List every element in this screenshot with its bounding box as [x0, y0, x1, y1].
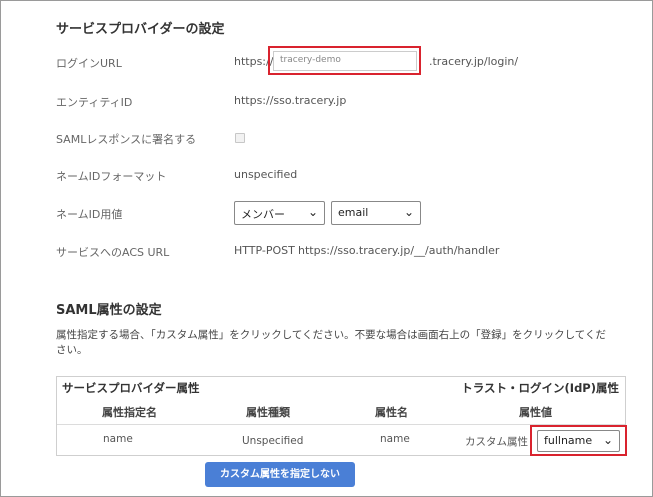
login-url-label: ログインURL [56, 57, 122, 70]
nameid-field-select-value: email [338, 206, 369, 219]
nameid-format-label: ネームIDフォーマット [56, 170, 167, 183]
row-attr-name: name [380, 433, 410, 445]
chevron-down-icon: ⌄ [307, 205, 318, 219]
nameid-source-select[interactable]: メンバー ⌄ [234, 201, 325, 225]
row-attr-value-kind: カスタム属性 [465, 436, 528, 448]
acs-url-value: https://sso.tracery.jp/__/auth/handler [298, 244, 500, 257]
col-header-attr-type: 属性種類 [246, 406, 290, 419]
nameid-format-value: unspecified [234, 168, 298, 181]
entity-id-value: https://sso.tracery.jp [234, 94, 347, 107]
description-line-1: 属性指定する場合、「カスタム属性」をクリックしてください。不要な場合は画面右上の… [56, 329, 606, 341]
login-url-highlight [268, 46, 421, 75]
chevron-down-icon: ⌄ [403, 205, 414, 219]
no-custom-attr-button[interactable]: カスタム属性を指定しない [205, 462, 355, 487]
row-attr-type: Unspecified [242, 435, 304, 447]
saml-sign-label: SAMLレスポンスに署名する [56, 133, 197, 146]
col-header-attr-name: 属性名 [375, 406, 408, 419]
nameid-value-label: ネームID用値 [56, 208, 123, 221]
nameid-source-select-value: メンバー [241, 208, 285, 221]
saml-sign-checkbox[interactable] [235, 133, 245, 143]
saml-attrs-description: 属性指定する場合、「カスタム属性」をクリックしてください。不要な場合は画面右上の… [56, 328, 636, 358]
group-header-idp: トラスト・ログイン(IdP)属性 [461, 381, 619, 395]
col-header-attr-value: 属性値 [519, 406, 552, 419]
col-header-attr-specified-name: 属性指定名 [102, 406, 157, 419]
nameid-field-select[interactable]: email ⌄ [331, 201, 421, 225]
row-attr-specified-name: name [103, 433, 133, 445]
description-line-2: さい。 [56, 344, 88, 356]
acs-url-method: HTTP-POST [234, 244, 295, 257]
acs-url-label: サービスへのACS URL [56, 246, 170, 259]
attr-value-highlight [530, 425, 627, 456]
entity-id-label: エンティティID [56, 96, 133, 109]
settings-panel: サービスプロバイダーの設定 ログインURL https:// tracery-d… [0, 0, 653, 497]
sp-settings-title: サービスプロバイダーの設定 [56, 22, 225, 37]
saml-attrs-title: SAML属性の設定 [56, 303, 162, 318]
login-url-suffix: .tracery.jp/login/ [429, 55, 519, 68]
group-header-sp: サービスプロバイダー属性 [62, 381, 200, 395]
